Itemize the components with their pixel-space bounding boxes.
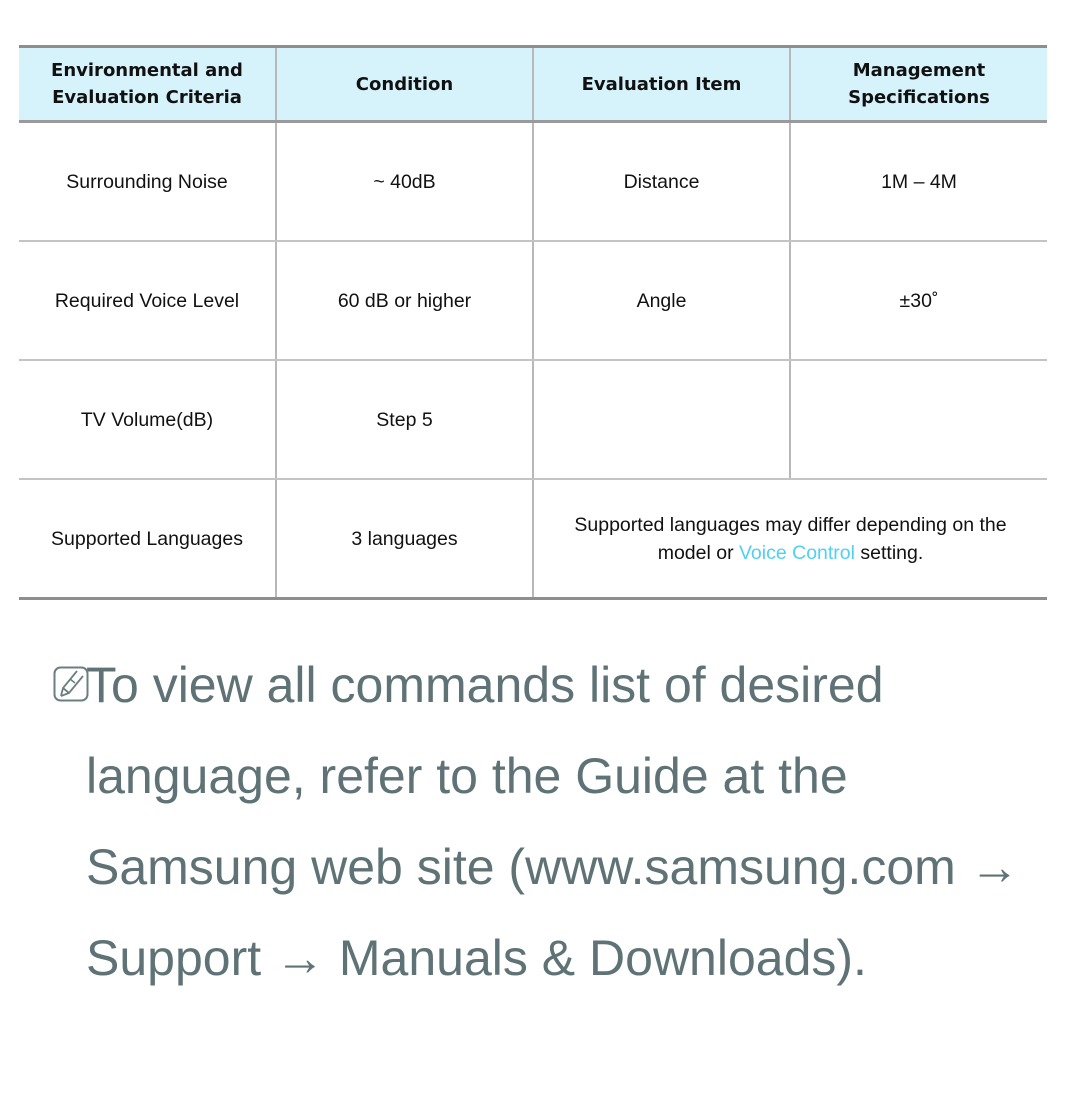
cell-management-spec: ±30˚ xyxy=(789,241,1047,361)
cell-management-spec: 1M – 4M xyxy=(789,121,1047,242)
header-evaluation-item: Evaluation Item xyxy=(532,45,791,123)
cell-criteria: Surrounding Noise xyxy=(19,121,277,242)
cell-condition: ~ 40dB xyxy=(275,121,534,242)
note-pencil-icon xyxy=(53,666,89,702)
table-row: Surrounding Noise ~ 40dB Distance 1M – 4… xyxy=(19,121,1047,242)
header-criteria: Environmental and Evaluation Criteria xyxy=(19,45,277,123)
note-block: To view all commands list of desired lan… xyxy=(30,640,1070,1004)
cell-condition: 3 languages xyxy=(275,479,534,600)
cell-evaluation-item: Angle xyxy=(532,241,791,361)
voice-control-link[interactable]: Voice Control xyxy=(739,542,855,564)
cell-condition: Step 5 xyxy=(275,360,534,480)
table-row: TV Volume(dB) Step 5 xyxy=(19,360,1047,480)
cell-criteria: TV Volume(dB) xyxy=(19,360,277,480)
note-text: To view all commands list of desired lan… xyxy=(86,657,1020,986)
cell-management-spec xyxy=(789,360,1047,480)
cell-evaluation-item: Distance xyxy=(532,121,791,242)
cell-evaluation-item xyxy=(532,360,791,480)
cell-languages-note: Supported languages may differ depending… xyxy=(532,479,1047,600)
table-header-row: Environmental and Evaluation Criteria Co… xyxy=(19,45,1047,123)
cell-criteria: Required Voice Level xyxy=(19,241,277,361)
table-row: Required Voice Level 60 dB or higher Ang… xyxy=(19,241,1047,361)
header-condition: Condition xyxy=(275,45,534,123)
languages-note-text-end: setting. xyxy=(854,541,924,564)
voice-recognition-spec-table: Environmental and Evaluation Criteria Co… xyxy=(19,45,1047,600)
table-row: Supported Languages 3 languages Supporte… xyxy=(19,479,1047,600)
cell-criteria: Supported Languages xyxy=(19,479,277,600)
header-management-specs: Management Specifications xyxy=(789,45,1047,123)
cell-condition: 60 dB or higher xyxy=(275,241,534,361)
